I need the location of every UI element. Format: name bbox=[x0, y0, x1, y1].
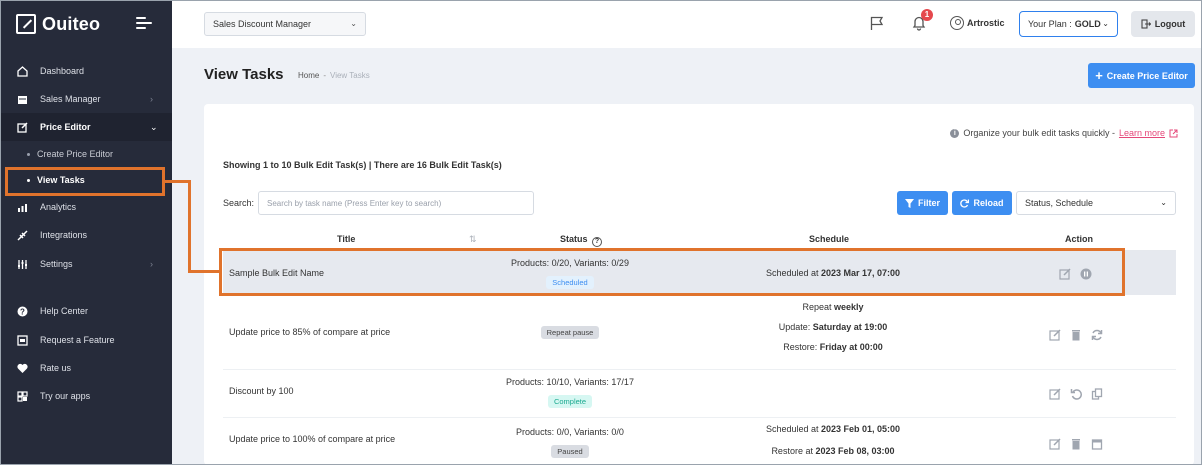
request-icon bbox=[17, 334, 28, 346]
notification-badge: 1 bbox=[921, 9, 933, 21]
sidebar-item-settings[interactable]: Settings › bbox=[0, 250, 172, 278]
status-badge: Repeat pause bbox=[540, 326, 600, 339]
sidebar-item-rate-us[interactable]: Rate us bbox=[0, 354, 172, 382]
chevron-right-icon: › bbox=[150, 94, 153, 104]
chevron-right-icon: › bbox=[150, 259, 153, 269]
home-icon bbox=[17, 65, 28, 77]
topbar: Sales Discount Manager ⌄ 1 Artrostic You… bbox=[172, 0, 1202, 48]
sidebar-item-try-apps[interactable]: Try our apps bbox=[0, 382, 172, 410]
user-menu[interactable]: Artrostic bbox=[950, 16, 1005, 30]
sidebar: Ouiteo Dashboard Sales Manager › Price E… bbox=[0, 0, 172, 465]
edit-icon[interactable] bbox=[1049, 388, 1061, 400]
calendar-icon bbox=[17, 94, 28, 105]
app-select[interactable]: Sales Discount Manager ⌄ bbox=[204, 12, 366, 36]
connector-line bbox=[188, 270, 222, 273]
sidebar-item-price-editor[interactable]: Price Editor ⌄ bbox=[0, 113, 172, 141]
column-header-status: Status ? bbox=[560, 234, 603, 247]
breadcrumb-current: View Tasks bbox=[330, 71, 370, 80]
status-schedule-select[interactable]: Status, Schedule ⌄ bbox=[1016, 191, 1176, 215]
reload-icon bbox=[960, 198, 970, 208]
svg-text:?: ? bbox=[20, 307, 25, 316]
column-header-schedule: Schedule bbox=[809, 234, 850, 244]
logout-icon bbox=[1141, 19, 1151, 29]
table-row[interactable]: Update price to 100% of compare at price… bbox=[223, 418, 1176, 465]
row-actions bbox=[1049, 329, 1103, 341]
learn-more-link[interactable]: Learn more bbox=[1119, 128, 1165, 138]
row-actions bbox=[1049, 388, 1103, 400]
chevron-down-icon: ⌄ bbox=[1160, 198, 1167, 207]
status-badge: Paused bbox=[551, 445, 589, 458]
trash-icon[interactable] bbox=[1070, 438, 1082, 450]
task-title[interactable]: Update price to 100% of compare at price bbox=[229, 434, 395, 444]
chevron-down-icon: ⌄ bbox=[350, 19, 357, 28]
plus-icon: + bbox=[1095, 67, 1103, 83]
sidebar-item-request-feature[interactable]: Request a Feature bbox=[0, 326, 172, 354]
status-badge: Complete bbox=[547, 395, 593, 408]
apps-icon bbox=[17, 390, 28, 402]
column-header-title[interactable]: Title bbox=[337, 234, 355, 244]
breadcrumb-home[interactable]: Home bbox=[298, 71, 319, 80]
tip: i Organize your bulk edit tasks quickly … bbox=[950, 128, 1178, 138]
sync-icon[interactable] bbox=[1091, 329, 1103, 341]
page-title: View Tasks bbox=[204, 66, 284, 83]
plan-select[interactable]: Your Plan : GOLD ⌄ bbox=[1019, 11, 1118, 37]
flag-icon[interactable] bbox=[870, 16, 884, 31]
reload-button[interactable]: Reload bbox=[952, 191, 1012, 215]
logo-icon bbox=[16, 14, 36, 34]
filter-button[interactable]: Filter bbox=[897, 191, 948, 215]
row-actions bbox=[1049, 438, 1103, 450]
brand-name: Ouiteo bbox=[42, 13, 101, 34]
edit-icon[interactable] bbox=[1049, 329, 1061, 341]
highlight-view-tasks bbox=[5, 167, 165, 196]
calendar-icon[interactable] bbox=[1091, 438, 1103, 450]
info-icon: i bbox=[950, 128, 960, 138]
table-row[interactable]: Discount by 100 Products: 10/10, Variant… bbox=[223, 370, 1176, 418]
task-schedule: Repeat weekly Update: Saturday at 19:00 … bbox=[778, 302, 888, 352]
trash-icon[interactable] bbox=[1070, 329, 1082, 341]
sliders-icon bbox=[17, 259, 28, 270]
external-link-icon bbox=[1169, 129, 1178, 137]
sidebar-item-help-center[interactable]: ? Help Center bbox=[0, 297, 172, 325]
table-row[interactable]: Update price to 85% of compare at price … bbox=[223, 295, 1176, 370]
showing-count: Showing 1 to 10 Bulk Edit Task(s) | Ther… bbox=[223, 160, 502, 170]
task-schedule: Scheduled at 2023 Feb 01, 05:00 Restore … bbox=[765, 424, 901, 456]
create-price-editor-button[interactable]: + Create Price Editor bbox=[1088, 63, 1195, 88]
sidebar-item-sales-manager[interactable]: Sales Manager › bbox=[0, 85, 172, 113]
heart-icon bbox=[17, 363, 28, 374]
sidebar-item-analytics[interactable]: Analytics bbox=[0, 193, 172, 221]
edit-icon[interactable] bbox=[1049, 438, 1061, 450]
task-title[interactable]: Update price to 85% of compare at price bbox=[229, 327, 390, 337]
edit-icon bbox=[17, 121, 28, 133]
search-label: Search: bbox=[223, 198, 255, 208]
brand[interactable]: Ouiteo bbox=[16, 12, 100, 36]
user-icon bbox=[950, 16, 964, 30]
help-circle-icon[interactable]: ? bbox=[592, 237, 603, 247]
sidebar-subitem-create-price-editor[interactable]: Create Price Editor bbox=[0, 143, 172, 165]
breadcrumb: Home - View Tasks bbox=[298, 71, 370, 80]
highlight-row bbox=[219, 248, 1125, 296]
undo-icon[interactable] bbox=[1070, 388, 1082, 400]
sidebar-item-dashboard[interactable]: Dashboard bbox=[0, 57, 172, 85]
help-icon: ? bbox=[17, 306, 28, 317]
connector-line bbox=[188, 180, 191, 273]
filter-icon bbox=[904, 198, 914, 208]
menu-toggle-icon[interactable] bbox=[136, 17, 152, 29]
sidebar-item-integrations[interactable]: Integrations bbox=[0, 221, 172, 249]
chevron-down-icon: ⌄ bbox=[1102, 19, 1109, 28]
copy-icon[interactable] bbox=[1091, 388, 1103, 400]
task-progress: Products: 10/10, Variants: 17/17 bbox=[506, 377, 634, 387]
sort-icon[interactable]: ⇅ bbox=[469, 234, 477, 245]
task-title[interactable]: Discount by 100 bbox=[229, 386, 294, 396]
logout-button[interactable]: Logout bbox=[1131, 11, 1195, 37]
chart-icon bbox=[17, 202, 28, 213]
column-header-action: Action bbox=[1065, 234, 1093, 244]
chevron-down-icon: ⌄ bbox=[150, 121, 158, 132]
plug-icon bbox=[17, 229, 28, 241]
search-input[interactable] bbox=[258, 191, 534, 215]
task-progress: Products: 0/0, Variants: 0/0 bbox=[516, 427, 624, 437]
